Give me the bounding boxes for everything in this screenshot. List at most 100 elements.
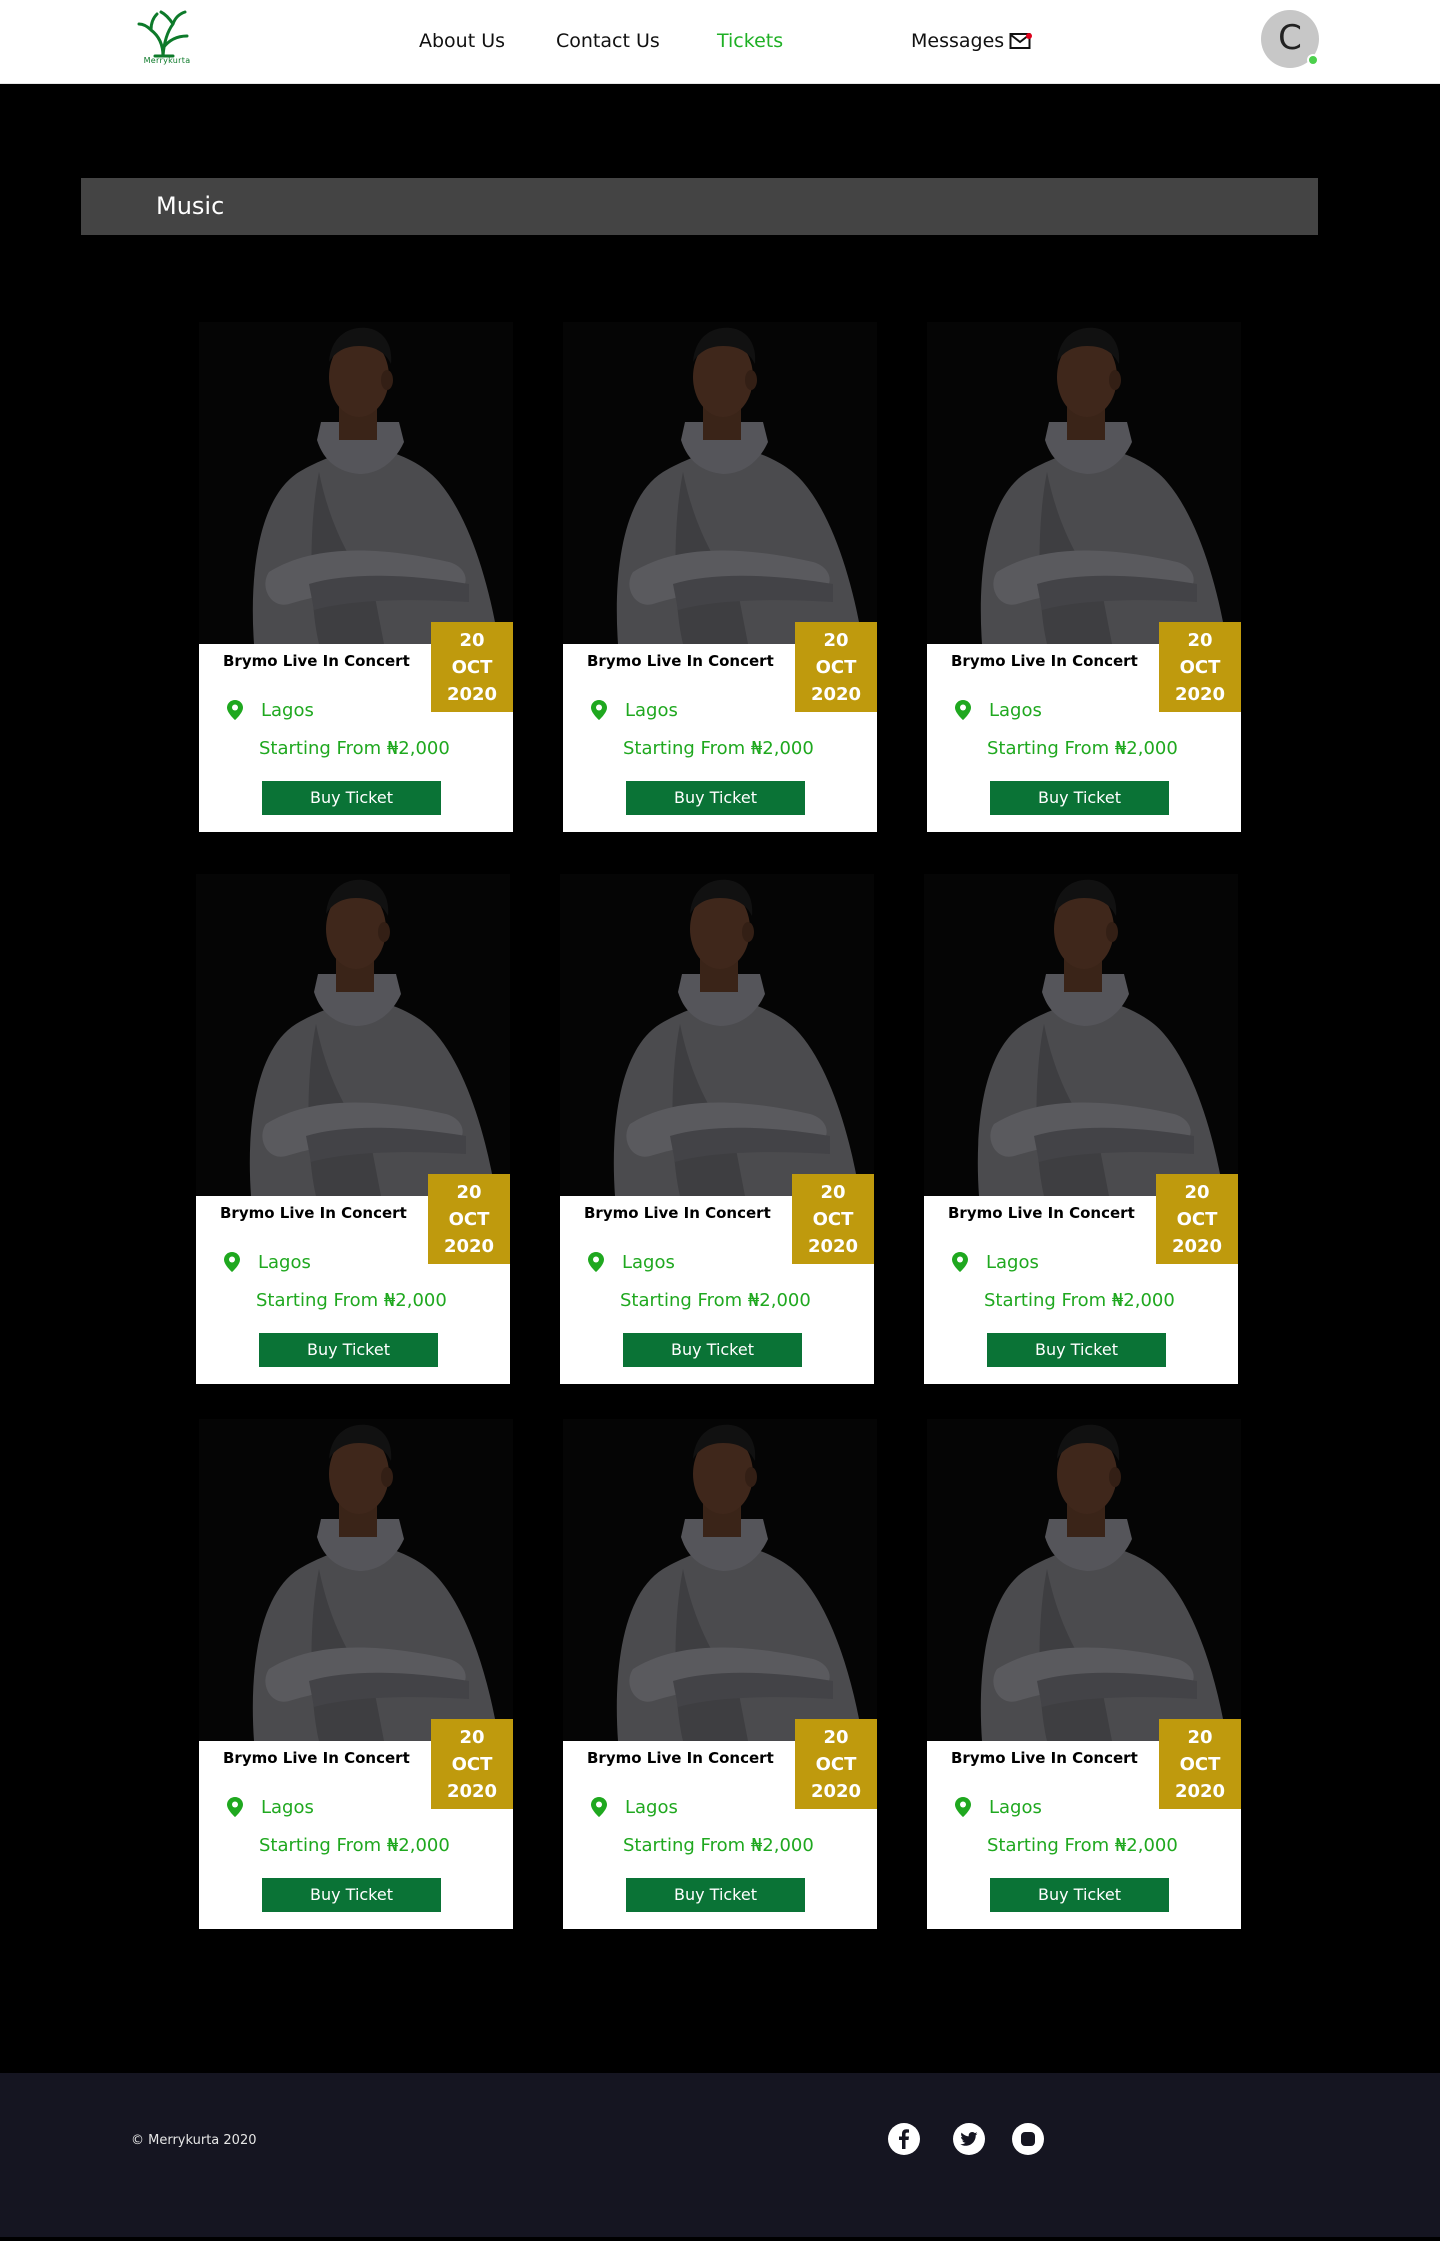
event-date-month: OCT [451,657,493,678]
location-pin-icon [227,1797,243,1817]
tree-logo-icon [137,10,189,58]
event-photo[interactable] [563,1419,877,1741]
footer: © Merrykurta 2020 [0,2073,1440,2237]
facebook-icon[interactable] [888,2123,920,2155]
footer-copyright: © Merrykurta 2020 [131,2133,257,2148]
twitter-icon[interactable] [953,2123,985,2155]
event-price: Starting From ₦2,000 [623,738,814,759]
event-price: Starting From ₦2,000 [256,1290,447,1311]
merrykurta-logo[interactable]: Merrykurta [133,6,197,70]
event-date-year: 2020 [1174,684,1226,705]
artist-photo [199,1419,513,1741]
event-date-badge: 20 OCT 2020 [1156,1174,1238,1264]
event-date-month: OCT [812,1209,854,1230]
event-location: Lagos [258,1252,311,1273]
event-location: Lagos [625,1797,678,1818]
event-date-year: 2020 [810,684,862,705]
buy-ticket-button[interactable]: Buy Ticket [259,1333,438,1367]
event-price: Starting From ₦2,000 [259,1835,450,1856]
event-price: Starting From ₦2,000 [623,1835,814,1856]
artist-photo [196,874,510,1196]
event-date-day: 20 [823,630,849,651]
event-photo[interactable] [927,1419,1241,1741]
event-photo[interactable] [927,322,1241,644]
buy-ticket-button[interactable]: Buy Ticket [262,781,441,815]
nav-tickets[interactable]: Tickets [717,30,783,52]
buy-ticket-button[interactable]: Buy Ticket [626,781,805,815]
event-date-year: 2020 [807,1236,859,1257]
event-photo[interactable] [199,1419,513,1741]
event-date-day: 20 [459,630,485,651]
event-card: 20 OCT 2020 Brymo Live In Concert Lagos … [199,1419,513,1929]
event-date-day: 20 [1184,1182,1210,1203]
event-title[interactable]: Brymo Live In Concert [223,652,410,670]
event-date-month: OCT [815,657,857,678]
event-date-year: 2020 [443,1236,495,1257]
event-date-day: 20 [459,1727,485,1748]
event-date-day: 20 [456,1182,482,1203]
event-title[interactable]: Brymo Live In Concert [951,652,1138,670]
buy-ticket-button[interactable]: Buy Ticket [623,1333,802,1367]
top-navbar: Merrykurta About Us Contact Us Tickets M… [0,0,1440,84]
event-date-badge: 20 OCT 2020 [795,622,877,712]
artist-photo [927,322,1241,644]
event-price: Starting From ₦2,000 [620,1290,811,1311]
event-title[interactable]: Brymo Live In Concert [223,1749,410,1767]
notification-dot [1026,33,1032,39]
event-title[interactable]: Brymo Live In Concert [951,1749,1138,1767]
event-price: Starting From ₦2,000 [984,1290,1175,1311]
buy-ticket-button[interactable]: Buy Ticket [262,1878,441,1912]
buy-ticket-button[interactable]: Buy Ticket [990,1878,1169,1912]
event-title[interactable]: Brymo Live In Concert [587,1749,774,1767]
event-date-month: OCT [448,1209,490,1230]
online-status-indicator [1307,54,1319,66]
event-photo[interactable] [560,874,874,1196]
event-date-day: 20 [823,1727,849,1748]
event-date-badge: 20 OCT 2020 [1159,1719,1241,1809]
location-pin-icon [588,1252,604,1272]
event-title[interactable]: Brymo Live In Concert [587,652,774,670]
event-date-year: 2020 [446,1781,498,1802]
event-card: 20 OCT 2020 Brymo Live In Concert Lagos … [196,874,510,1384]
event-date-month: OCT [451,1754,493,1775]
event-photo[interactable] [196,874,510,1196]
event-location: Lagos [625,700,678,721]
event-title[interactable]: Brymo Live In Concert [584,1204,771,1222]
event-price: Starting From ₦2,000 [987,1835,1178,1856]
location-pin-icon [227,700,243,720]
event-date-badge: 20 OCT 2020 [1159,622,1241,712]
event-title[interactable]: Brymo Live In Concert [220,1204,407,1222]
buy-ticket-button[interactable]: Buy Ticket [626,1878,805,1912]
event-date-badge: 20 OCT 2020 [792,1174,874,1264]
event-date-badge: 20 OCT 2020 [431,622,513,712]
event-date-year: 2020 [446,684,498,705]
event-photo[interactable] [199,322,513,644]
nav-about-us[interactable]: About Us [419,30,505,52]
event-location: Lagos [989,1797,1042,1818]
artist-photo [924,874,1238,1196]
instagram-icon[interactable] [1012,2123,1044,2155]
buy-ticket-button[interactable]: Buy Ticket [987,1333,1166,1367]
event-card: 20 OCT 2020 Brymo Live In Concert Lagos … [927,322,1241,832]
event-location: Lagos [261,700,314,721]
event-date-year: 2020 [1174,1781,1226,1802]
event-date-day: 20 [1187,1727,1213,1748]
location-pin-icon [955,700,971,720]
event-photo[interactable] [563,322,877,644]
event-location: Lagos [622,1252,675,1273]
event-location: Lagos [989,700,1042,721]
event-date-month: OCT [815,1754,857,1775]
location-pin-icon [955,1797,971,1817]
event-date-year: 2020 [1171,1236,1223,1257]
event-photo[interactable] [924,874,1238,1196]
event-title[interactable]: Brymo Live In Concert [948,1204,1135,1222]
nav-messages[interactable]: Messages [911,30,1004,52]
event-date-day: 20 [820,1182,846,1203]
event-date-badge: 20 OCT 2020 [428,1174,510,1264]
location-pin-icon [591,700,607,720]
event-location: Lagos [261,1797,314,1818]
nav-contact-us[interactable]: Contact Us [556,30,660,52]
artist-photo [563,322,877,644]
event-price: Starting From ₦2,000 [987,738,1178,759]
buy-ticket-button[interactable]: Buy Ticket [990,781,1169,815]
